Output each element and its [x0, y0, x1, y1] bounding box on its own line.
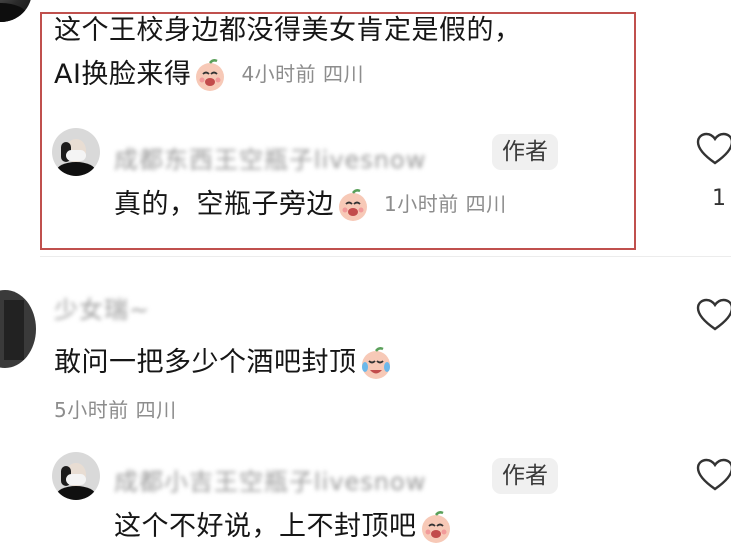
reply-text-row: 这个不好说，上不封顶吧 — [114, 508, 453, 545]
commenter-avatar[interactable] — [0, 0, 32, 22]
highlight-box — [40, 12, 636, 250]
comment-text: 敢问一把多少个酒吧封顶 — [54, 347, 357, 378]
comment-text-row: 敢问一把多少个酒吧封顶 — [54, 344, 393, 381]
like-heart-icon[interactable] — [696, 458, 731, 492]
reply-text: 这个不好说，上不封顶吧 — [114, 511, 417, 542]
crying-laughing-emoji — [361, 346, 390, 379]
reply-username[interactable]: 成都小吉王空瓶子livesnow — [114, 462, 426, 497]
like-count: 1 — [712, 186, 726, 211]
laughing-face-emoji — [421, 510, 450, 543]
comment-divider — [40, 256, 731, 257]
commenter-avatar[interactable] — [0, 290, 36, 368]
like-heart-icon[interactable] — [696, 298, 731, 332]
author-avatar[interactable] — [52, 452, 100, 500]
author-badge: 作者 — [492, 458, 558, 494]
comment-meta: 5小时前 四川 — [54, 398, 177, 422]
commenter-username[interactable]: 少女瑞~ — [54, 290, 150, 325]
like-heart-icon[interactable] — [696, 132, 731, 166]
